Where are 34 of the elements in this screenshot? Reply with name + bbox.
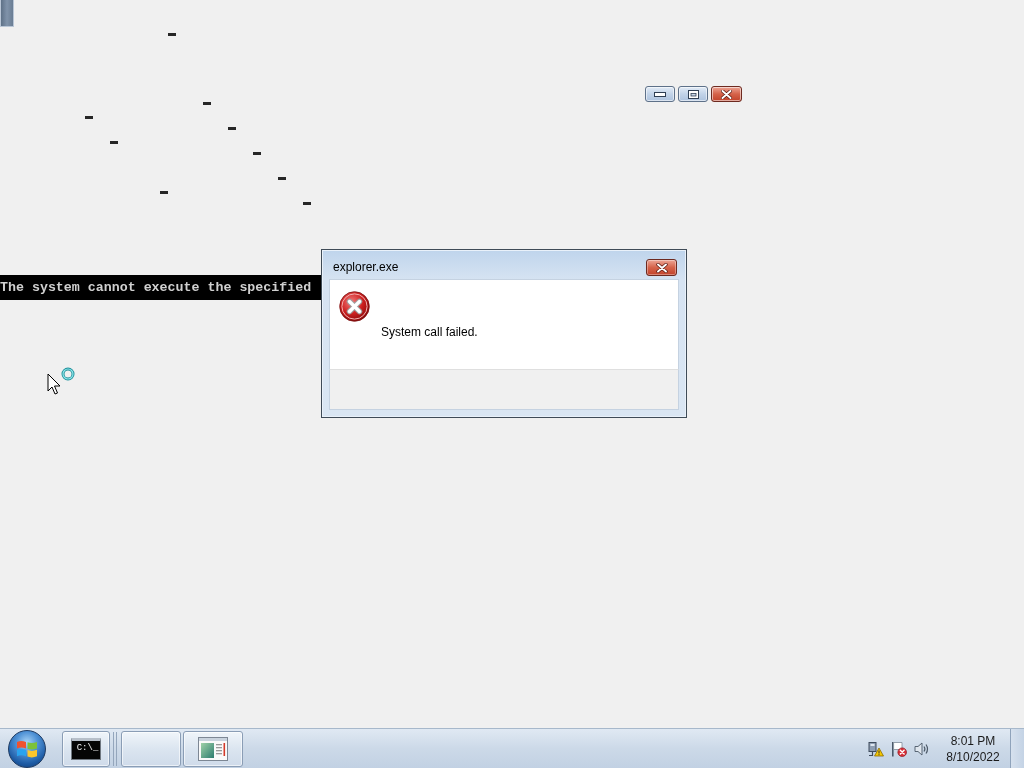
close-button[interactable] bbox=[711, 86, 742, 102]
busy-cursor-icon bbox=[47, 367, 75, 395]
dash-mark bbox=[253, 152, 261, 155]
dialog-message: System call failed. bbox=[381, 325, 478, 340]
network-warning-icon bbox=[868, 740, 884, 757]
dash-mark bbox=[160, 191, 168, 194]
dash-mark bbox=[110, 141, 118, 144]
taskbar-button[interactable] bbox=[183, 730, 243, 767]
maximize-button[interactable] bbox=[678, 86, 708, 102]
app-window-icon bbox=[198, 736, 228, 761]
windows-flag-icon bbox=[16, 738, 38, 759]
dash-mark bbox=[85, 116, 93, 119]
minimize-button[interactable] bbox=[645, 86, 675, 102]
start-button[interactable] bbox=[8, 729, 46, 768]
clock-date[interactable]: 8/10/2022 bbox=[946, 748, 1000, 765]
taskbar-button[interactable]: C:\_ bbox=[62, 730, 110, 767]
flag-error-icon bbox=[891, 740, 907, 757]
clock-time[interactable]: 8:01 PM bbox=[950, 732, 996, 749]
error-icon bbox=[339, 291, 370, 322]
taskbar-button[interactable] bbox=[121, 730, 181, 767]
close-icon bbox=[721, 89, 732, 99]
glass-panel-fragment bbox=[0, 0, 14, 27]
maximize-icon bbox=[687, 89, 699, 99]
dialog-title: explorer.exe bbox=[332, 259, 400, 276]
console-icon: C:\_ bbox=[71, 737, 101, 760]
speaker-icon bbox=[914, 740, 930, 757]
dash-mark bbox=[203, 102, 211, 105]
dash-mark bbox=[228, 127, 236, 130]
minimize-icon bbox=[654, 91, 666, 97]
dash-mark bbox=[303, 202, 311, 205]
close-button[interactable] bbox=[646, 259, 677, 276]
close-icon bbox=[655, 262, 668, 273]
dash-mark bbox=[168, 33, 176, 36]
dash-mark bbox=[278, 177, 286, 180]
